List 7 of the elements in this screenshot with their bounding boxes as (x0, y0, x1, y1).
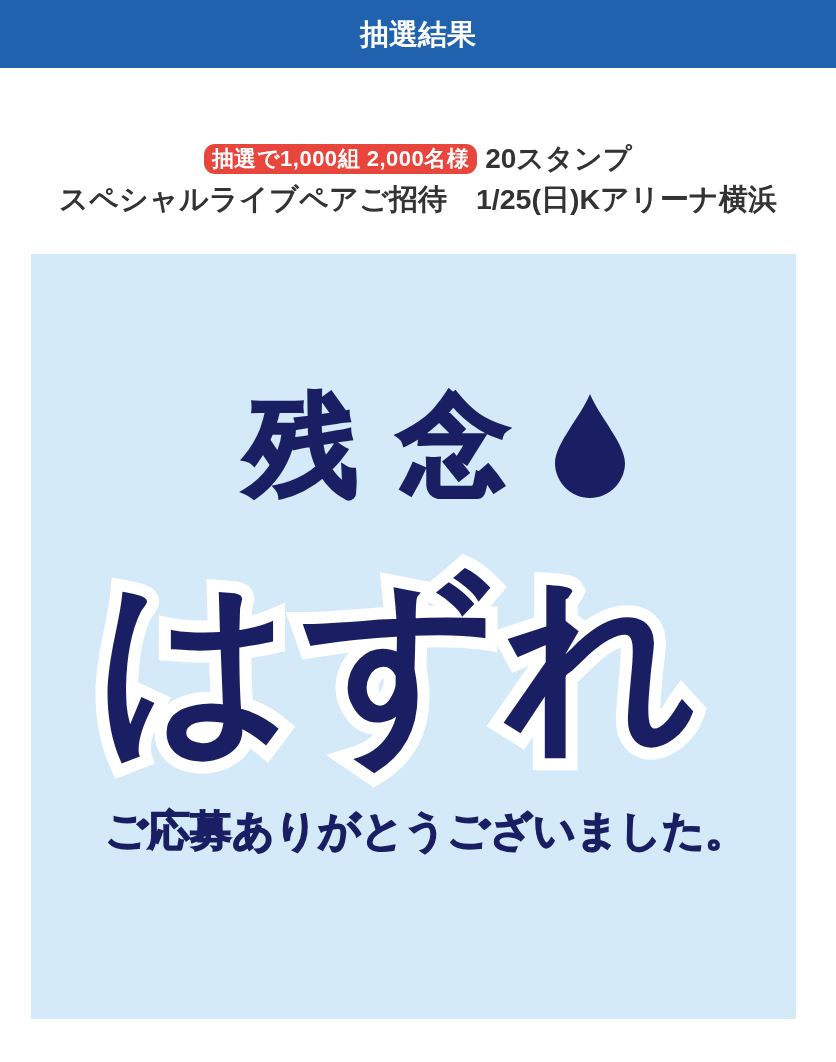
thanks-message: ご応募ありがとうございました。 (104, 810, 747, 852)
miss-heading: はずれ (96, 555, 707, 775)
stamp-count: 20スタンプ (485, 145, 633, 173)
prize-description: スペシャルライブペアご招待 1/25(日)Kアリーナ横浜 (58, 182, 777, 216)
water-drop-icon (555, 394, 625, 498)
page-title: 抽選結果 (360, 19, 476, 49)
lottery-badge: 抽選で1,000組 2,000名様 (203, 144, 478, 174)
